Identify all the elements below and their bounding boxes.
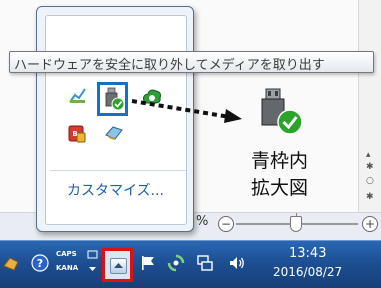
scroll-up-icon[interactable]: ▴ — [366, 150, 371, 160]
zoom-percent-label: % — [196, 214, 209, 229]
svg-text:?: ? — [37, 257, 43, 270]
zoom-out-button[interactable]: − — [218, 216, 234, 232]
flag-icon[interactable] — [140, 255, 156, 271]
customize-link[interactable]: カスタマイズ... — [67, 180, 164, 200]
volume-icon[interactable] — [228, 254, 246, 272]
chevron-up-icon — [110, 258, 127, 274]
dotted-arrow-icon — [131, 99, 242, 123]
zoom-slider-thumb[interactable] — [290, 216, 302, 232]
keyboard-tool-icon[interactable] — [2, 254, 20, 272]
ime-menu-icon[interactable] — [87, 249, 99, 277]
flyout-divider — [50, 170, 186, 171]
network-icon[interactable] — [196, 254, 214, 272]
show-hidden-icons-button[interactable] — [102, 248, 133, 282]
clock-date[interactable]: 2016/08/27 — [273, 265, 342, 279]
svg-text:B: B — [72, 130, 77, 138]
vertical-scrollbar[interactable] — [358, 0, 381, 240]
tooltip-text: ハードウェアを安全に取り外してメディアを取り出す — [14, 58, 325, 73]
security-tool-icon[interactable]: B — [67, 124, 87, 144]
help-icon[interactable]: ? — [31, 254, 49, 272]
annotation-label-line1: 青枠内 — [251, 150, 309, 172]
scroll-up-page-icon[interactable]: ✱ — [366, 162, 374, 172]
caps-indicator: CAPS — [56, 250, 77, 258]
tooltip: ハードウェアを安全に取り外してメディアを取り出す — [9, 51, 374, 73]
browse-object-icon[interactable]: ○ — [366, 176, 374, 186]
scroll-down-page-icon[interactable]: ✱ — [366, 192, 374, 202]
usb-safely-remove-enlarged-icon — [261, 88, 303, 135]
clock-time[interactable]: 13:43 — [289, 246, 326, 261]
zoom-in-button[interactable]: + — [362, 216, 378, 232]
chart-tool-icon[interactable] — [68, 86, 88, 106]
kana-indicator: KANA — [56, 264, 79, 272]
sync-icon[interactable] — [167, 254, 185, 272]
annotation-label-line2: 拡大図 — [251, 177, 309, 199]
device-tool-icon[interactable] — [103, 123, 125, 143]
usb-safely-remove-icon[interactable] — [103, 86, 125, 112]
